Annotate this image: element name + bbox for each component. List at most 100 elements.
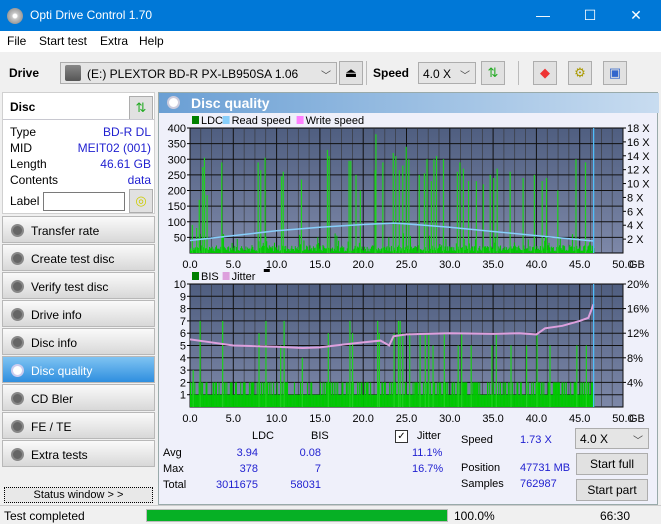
- bis-bar: [426, 382, 428, 407]
- bis-bar: [562, 382, 564, 407]
- bis-bar: [539, 394, 541, 407]
- bis-bar: [281, 382, 283, 407]
- ldc-bar: [514, 245, 516, 253]
- bis-bar: [568, 394, 570, 407]
- bis-bar: [445, 382, 447, 407]
- ldc-bar: [353, 248, 355, 253]
- ldc-bar: [410, 246, 412, 253]
- bis-bar: [263, 382, 265, 407]
- ldc-bar: [319, 245, 321, 253]
- ldc-bar: [373, 249, 375, 253]
- bis-bar: [517, 382, 519, 407]
- bis-bar: [267, 394, 269, 407]
- ldc-bar: [469, 250, 471, 253]
- ldc-bar: [312, 250, 314, 253]
- bis-bar: [587, 382, 589, 407]
- ldc-bar: [279, 251, 281, 253]
- ldc-bar: [480, 249, 482, 253]
- ldc-bar: [210, 247, 212, 253]
- bis-bar: [209, 394, 211, 407]
- jitter-stats: ✓ Jitter 11.1% 16.7%: [395, 430, 455, 480]
- bis-bar: [498, 382, 500, 407]
- bis-bar: [221, 394, 223, 407]
- x-tick-label: 5.0: [226, 413, 241, 425]
- start-full-button[interactable]: Start full: [576, 453, 648, 475]
- bis-bar: [545, 394, 547, 407]
- ldc-spike: [260, 170, 262, 253]
- bis-bar: [317, 394, 319, 407]
- bis-bar: [508, 382, 510, 407]
- ldc-bar: [293, 248, 295, 253]
- y2-tick-label: 6 X: [627, 206, 644, 218]
- ldc-bar: [474, 239, 476, 253]
- ldc-bar: [532, 247, 534, 253]
- bis-bar: [474, 382, 476, 407]
- bis-bar: [213, 382, 215, 407]
- max-jitter: 16.7%: [412, 463, 444, 475]
- bis-spike: [265, 320, 267, 407]
- y2-tick-label: 20%: [627, 279, 649, 291]
- bis-bar: [500, 382, 502, 407]
- ldc-bar: [317, 237, 319, 253]
- ldc-bar: [429, 248, 431, 253]
- bis-bar: [478, 394, 480, 407]
- ldc-bar: [236, 239, 238, 253]
- ldc-bar: [292, 248, 294, 253]
- bis-spike: [419, 333, 421, 407]
- ldc-bar: [193, 247, 195, 253]
- bis-bar: [288, 394, 290, 407]
- bis-bar: [407, 394, 409, 407]
- ldc-bar: [235, 251, 237, 253]
- bis-bar: [196, 394, 198, 407]
- bis-bar: [273, 382, 275, 407]
- ldc-bar: [400, 250, 402, 253]
- bis-bar: [559, 394, 561, 407]
- bis-bar: [463, 382, 465, 407]
- ldc-bar: [417, 245, 419, 253]
- ldc-bar: [379, 250, 381, 253]
- ldc-bar: [358, 247, 360, 253]
- ldc-spike: [456, 171, 458, 253]
- ldc-bar: [369, 251, 371, 253]
- bis-bar: [390, 394, 392, 407]
- y2-tick-label: 2 X: [627, 234, 644, 246]
- ldc-bar: [461, 247, 463, 253]
- bis-bar: [422, 394, 424, 407]
- ldc-bar: [344, 251, 346, 253]
- bis-spike: [491, 345, 493, 407]
- legend-label: BIS: [201, 271, 219, 283]
- bis-bar: [384, 382, 386, 407]
- jitter-label: Jitter: [417, 430, 441, 442]
- bis-bar: [411, 394, 413, 407]
- row-total-label: Total: [163, 479, 187, 491]
- test-speed-select[interactable]: 4.0 X ﹀: [575, 428, 649, 449]
- ldc-bar: [422, 250, 424, 253]
- bis-bar: [416, 382, 418, 407]
- bis-bar: [303, 394, 305, 407]
- bis-bar: [583, 394, 585, 407]
- x-tick-label: 15.0: [309, 413, 330, 425]
- ldc-bar: [560, 248, 562, 253]
- ldc-spike: [496, 168, 498, 253]
- bis-spike: [222, 320, 224, 407]
- ldc-bar: [519, 249, 521, 253]
- bis-bar: [571, 394, 573, 407]
- progress-fill: [147, 510, 447, 521]
- bis-bar: [249, 394, 251, 407]
- bis-bar: [269, 394, 271, 407]
- jitter-checkbox[interactable]: ✓: [395, 430, 408, 443]
- start-part-button[interactable]: Start part: [576, 479, 648, 501]
- bis-bar: [275, 394, 277, 407]
- ldc-spike: [584, 162, 587, 253]
- bis-bar: [209, 394, 211, 407]
- ldc-bar: [416, 247, 418, 253]
- bis-bar: [313, 394, 315, 407]
- bis-bar: [239, 394, 241, 407]
- ldc-bar: [432, 249, 434, 253]
- bis-bar: [342, 382, 344, 407]
- ldc-spike: [202, 167, 204, 253]
- bis-bar: [475, 382, 477, 407]
- bis-spike: [409, 333, 411, 407]
- bis-bar: [520, 382, 522, 407]
- bis-spike: [192, 370, 194, 407]
